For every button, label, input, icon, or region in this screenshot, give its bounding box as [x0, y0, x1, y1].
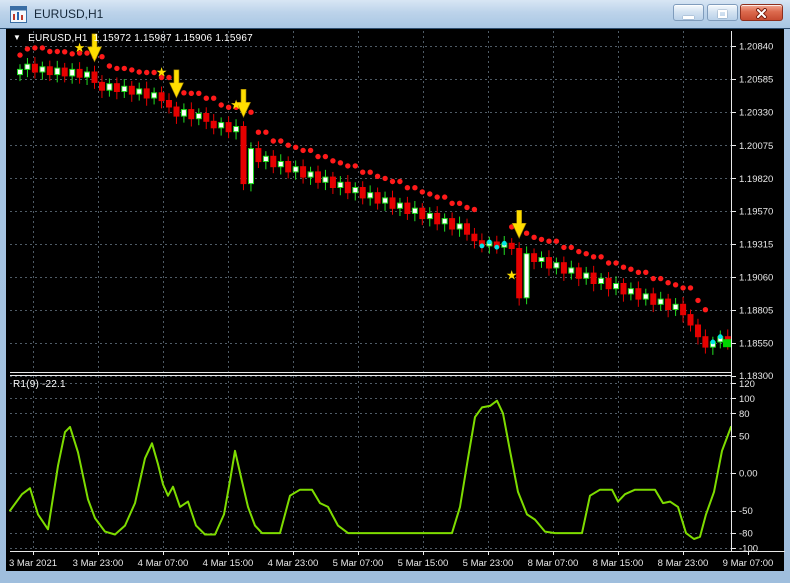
- svg-text:1.20330: 1.20330: [739, 108, 773, 119]
- star-icon: ★: [506, 268, 518, 283]
- svg-text:8 Mar 15:00: 8 Mar 15:00: [593, 558, 644, 569]
- svg-text:100: 100: [739, 394, 755, 405]
- title-bar[interactable]: EURUSD,H1: [0, 0, 790, 29]
- svg-text:80: 80: [739, 409, 750, 420]
- symbol-label: EURUSD,H1: [28, 33, 88, 44]
- svg-text:1.20840: 1.20840: [739, 42, 773, 53]
- indicator-name: R1(9): [13, 379, 40, 390]
- svg-text:5 Mar 23:00: 5 Mar 23:00: [463, 558, 514, 569]
- restore-button[interactable]: [707, 4, 738, 21]
- svg-text:1.20075: 1.20075: [739, 141, 773, 152]
- svg-text:1.19060: 1.19060: [739, 273, 773, 284]
- star-icon: ★: [156, 64, 168, 79]
- svg-text:0.00: 0.00: [739, 469, 758, 480]
- low-value: 1.15906: [174, 33, 213, 44]
- symbol-dropdown-icon[interactable]: ▼: [13, 33, 21, 42]
- indicator-value: -22.1: [42, 379, 66, 390]
- svg-text:50: 50: [739, 431, 750, 442]
- svg-text:120: 120: [739, 379, 755, 390]
- indicator-header: R1(9) -22.1: [13, 379, 66, 390]
- svg-text:1.20585: 1.20585: [739, 75, 773, 86]
- close-button[interactable]: [740, 4, 783, 21]
- ohlc-header: ▼ EURUSD,H1 1.15972 1.15987 1.15906 1.15…: [13, 33, 253, 44]
- svg-text:4 Mar 23:00: 4 Mar 23:00: [268, 558, 319, 569]
- svg-text:8 Mar 07:00: 8 Mar 07:00: [528, 558, 579, 569]
- chart-icon: [10, 6, 27, 23]
- open-value: 1.15972: [93, 33, 132, 44]
- svg-text:1.18805: 1.18805: [739, 306, 773, 317]
- close-icon: [756, 8, 767, 19]
- high-value: 1.15987: [134, 33, 172, 44]
- window-title: EURUSD,H1: [34, 7, 104, 21]
- star-icon: ★: [230, 97, 242, 112]
- svg-text:5 Mar 15:00: 5 Mar 15:00: [398, 558, 449, 569]
- svg-text:4 Mar 15:00: 4 Mar 15:00: [203, 558, 254, 569]
- close-value: 1.15967: [215, 33, 253, 44]
- restore-icon: [718, 10, 727, 18]
- svg-text:1.18550: 1.18550: [739, 339, 773, 350]
- bid-price-marker: [723, 339, 731, 348]
- svg-text:5 Mar 07:00: 5 Mar 07:00: [333, 558, 384, 569]
- svg-text:-80: -80: [739, 529, 753, 540]
- svg-text:9 Mar 07:00: 9 Mar 07:00: [723, 558, 774, 569]
- price-chart-canvas[interactable]: ★★★★1.208401.205851.203301.200751.198201…: [0, 0, 790, 583]
- minimize-button[interactable]: [673, 4, 704, 21]
- minimize-icon: [683, 15, 694, 19]
- svg-text:1.19820: 1.19820: [739, 174, 773, 185]
- svg-text:1.19315: 1.19315: [739, 239, 773, 250]
- svg-text:1.19570: 1.19570: [739, 206, 773, 217]
- svg-text:-50: -50: [739, 506, 753, 517]
- svg-text:3 Mar 2021: 3 Mar 2021: [9, 558, 57, 569]
- svg-text:3 Mar 23:00: 3 Mar 23:00: [73, 558, 124, 569]
- svg-text:4 Mar 07:00: 4 Mar 07:00: [138, 558, 189, 569]
- svg-text:8 Mar 23:00: 8 Mar 23:00: [658, 558, 709, 569]
- chart-window: ★ ★ ★ ★ 1.20840 1.20585 1.20330 1.20075 1.19820 1…: [0, 0, 790, 583]
